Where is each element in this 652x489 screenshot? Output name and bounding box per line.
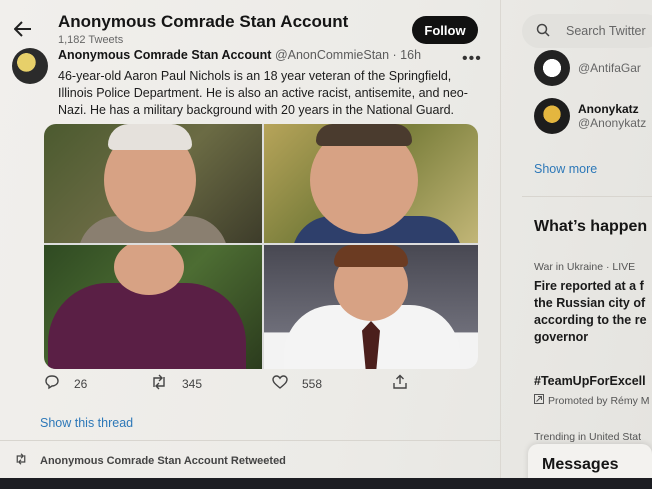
trend-title-line: the Russian city of	[534, 296, 646, 310]
reply-icon[interactable]	[44, 374, 60, 393]
heart-icon[interactable]	[272, 374, 288, 393]
account-name: Anonykatz	[578, 102, 639, 116]
retweet-count: 345	[182, 376, 203, 391]
account-avatar	[534, 50, 570, 86]
like-action[interactable]: 558	[272, 374, 322, 393]
search-input[interactable]: Search Twitter	[566, 24, 646, 38]
trend-title[interactable]: Fire reported at a f the Russian city of…	[534, 278, 652, 346]
promoted-icon	[534, 394, 544, 407]
follow-button[interactable]: Follow	[412, 16, 478, 44]
trend-title-line: governor	[534, 330, 589, 344]
back-arrow-icon[interactable]	[10, 16, 36, 42]
screen-bezel	[0, 478, 652, 489]
search-icon	[536, 23, 550, 40]
retweet-action[interactable]: 345	[150, 374, 202, 393]
divider	[0, 440, 500, 441]
show-thread-link[interactable]: Show this thread	[40, 416, 133, 430]
tweet-handle[interactable]: @AnonCommieStan · 16h	[275, 48, 421, 62]
promoted-hashtag[interactable]: #TeamUpForExcell	[534, 374, 646, 388]
more-options-icon[interactable]: •••	[462, 50, 482, 68]
share-icon[interactable]	[392, 374, 408, 393]
tweet-header: Anonymous Comrade Stan Account @AnonComm…	[58, 48, 421, 62]
account-handle: @Anonykatz	[578, 116, 647, 130]
photo-2[interactable]	[264, 124, 478, 243]
retweet-small-icon	[14, 453, 28, 468]
reply-count: 26	[74, 376, 88, 391]
show-more-link[interactable]: Show more	[534, 162, 597, 176]
like-count: 558	[302, 376, 323, 391]
trending-location: Trending in United Stat	[534, 431, 642, 443]
trend-title-line: according to the re	[534, 313, 647, 327]
avatar[interactable]	[12, 48, 48, 84]
reply-action[interactable]: 26	[44, 374, 87, 393]
account-avatar	[534, 98, 570, 134]
tweet-author[interactable]: Anonymous Comrade Stan Account	[58, 48, 271, 62]
promoted-label: Promoted by Rémy M	[534, 394, 650, 407]
whats-happening-heading: What’s happen	[534, 218, 648, 235]
retweeted-indicator: Anonymous Comrade Stan Account Retweeted	[14, 453, 286, 468]
column-separator	[500, 0, 501, 489]
twitter-screen: Anonymous Comrade Stan Account 1,182 Twe…	[0, 0, 652, 489]
divider	[522, 196, 652, 197]
suggested-account-1[interactable]: @AntifaGar	[534, 50, 641, 86]
suggested-account-2[interactable]: Anonykatz @Anonykatz	[534, 98, 646, 134]
photo-3[interactable]	[44, 245, 262, 369]
messages-title: Messages	[542, 456, 619, 473]
profile-title: Anonymous Comrade Stan Account	[58, 12, 349, 31]
account-handle: @AntifaGar	[578, 61, 641, 75]
share-action[interactable]	[392, 374, 408, 393]
trend-title-line: Fire reported at a f	[534, 279, 644, 293]
trend-category: War in Ukraine · LIVE	[534, 261, 636, 273]
tweet-text: 46-year-old Aaron Paul Nichols is an 18 …	[58, 69, 468, 117]
tweet-count: 1,182 Tweets	[58, 34, 124, 46]
retweeted-label[interactable]: Anonymous Comrade Stan Account Retweeted	[40, 455, 286, 467]
search-box[interactable]: Search Twitter	[522, 14, 652, 48]
tweet-photo-grid[interactable]	[44, 124, 478, 369]
photo-4[interactable]	[264, 245, 478, 369]
promoted-text: Promoted by Rémy M	[548, 394, 650, 407]
photo-1[interactable]	[44, 124, 262, 243]
retweet-icon[interactable]	[150, 374, 168, 393]
